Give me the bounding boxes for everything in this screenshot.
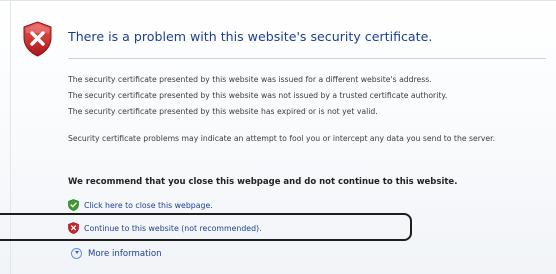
warning-text: Security certificate problems may indica… bbox=[68, 134, 496, 143]
expand-chevron-icon bbox=[71, 248, 82, 259]
error-message-authority: The security certificate presented by th… bbox=[68, 91, 448, 100]
title-divider bbox=[68, 58, 546, 59]
close-webpage-label: Click here to close this webpage. bbox=[84, 200, 213, 210]
close-webpage-link[interactable]: Click here to close this webpage. bbox=[68, 199, 213, 211]
top-divider bbox=[0, 0, 556, 1]
more-information-toggle[interactable]: More information bbox=[71, 248, 162, 259]
recommendation-text: We recommend that you close this webpage… bbox=[68, 177, 458, 187]
highlight-box bbox=[0, 213, 412, 241]
page-title: There is a problem with this website's s… bbox=[68, 29, 433, 44]
green-shield-icon bbox=[68, 199, 79, 211]
error-message-expired: The security certificate presented by th… bbox=[68, 107, 378, 116]
error-message-address: The security certificate presented by th… bbox=[68, 75, 432, 84]
more-information-label: More information bbox=[88, 248, 162, 259]
security-shield-error-icon bbox=[23, 21, 52, 57]
